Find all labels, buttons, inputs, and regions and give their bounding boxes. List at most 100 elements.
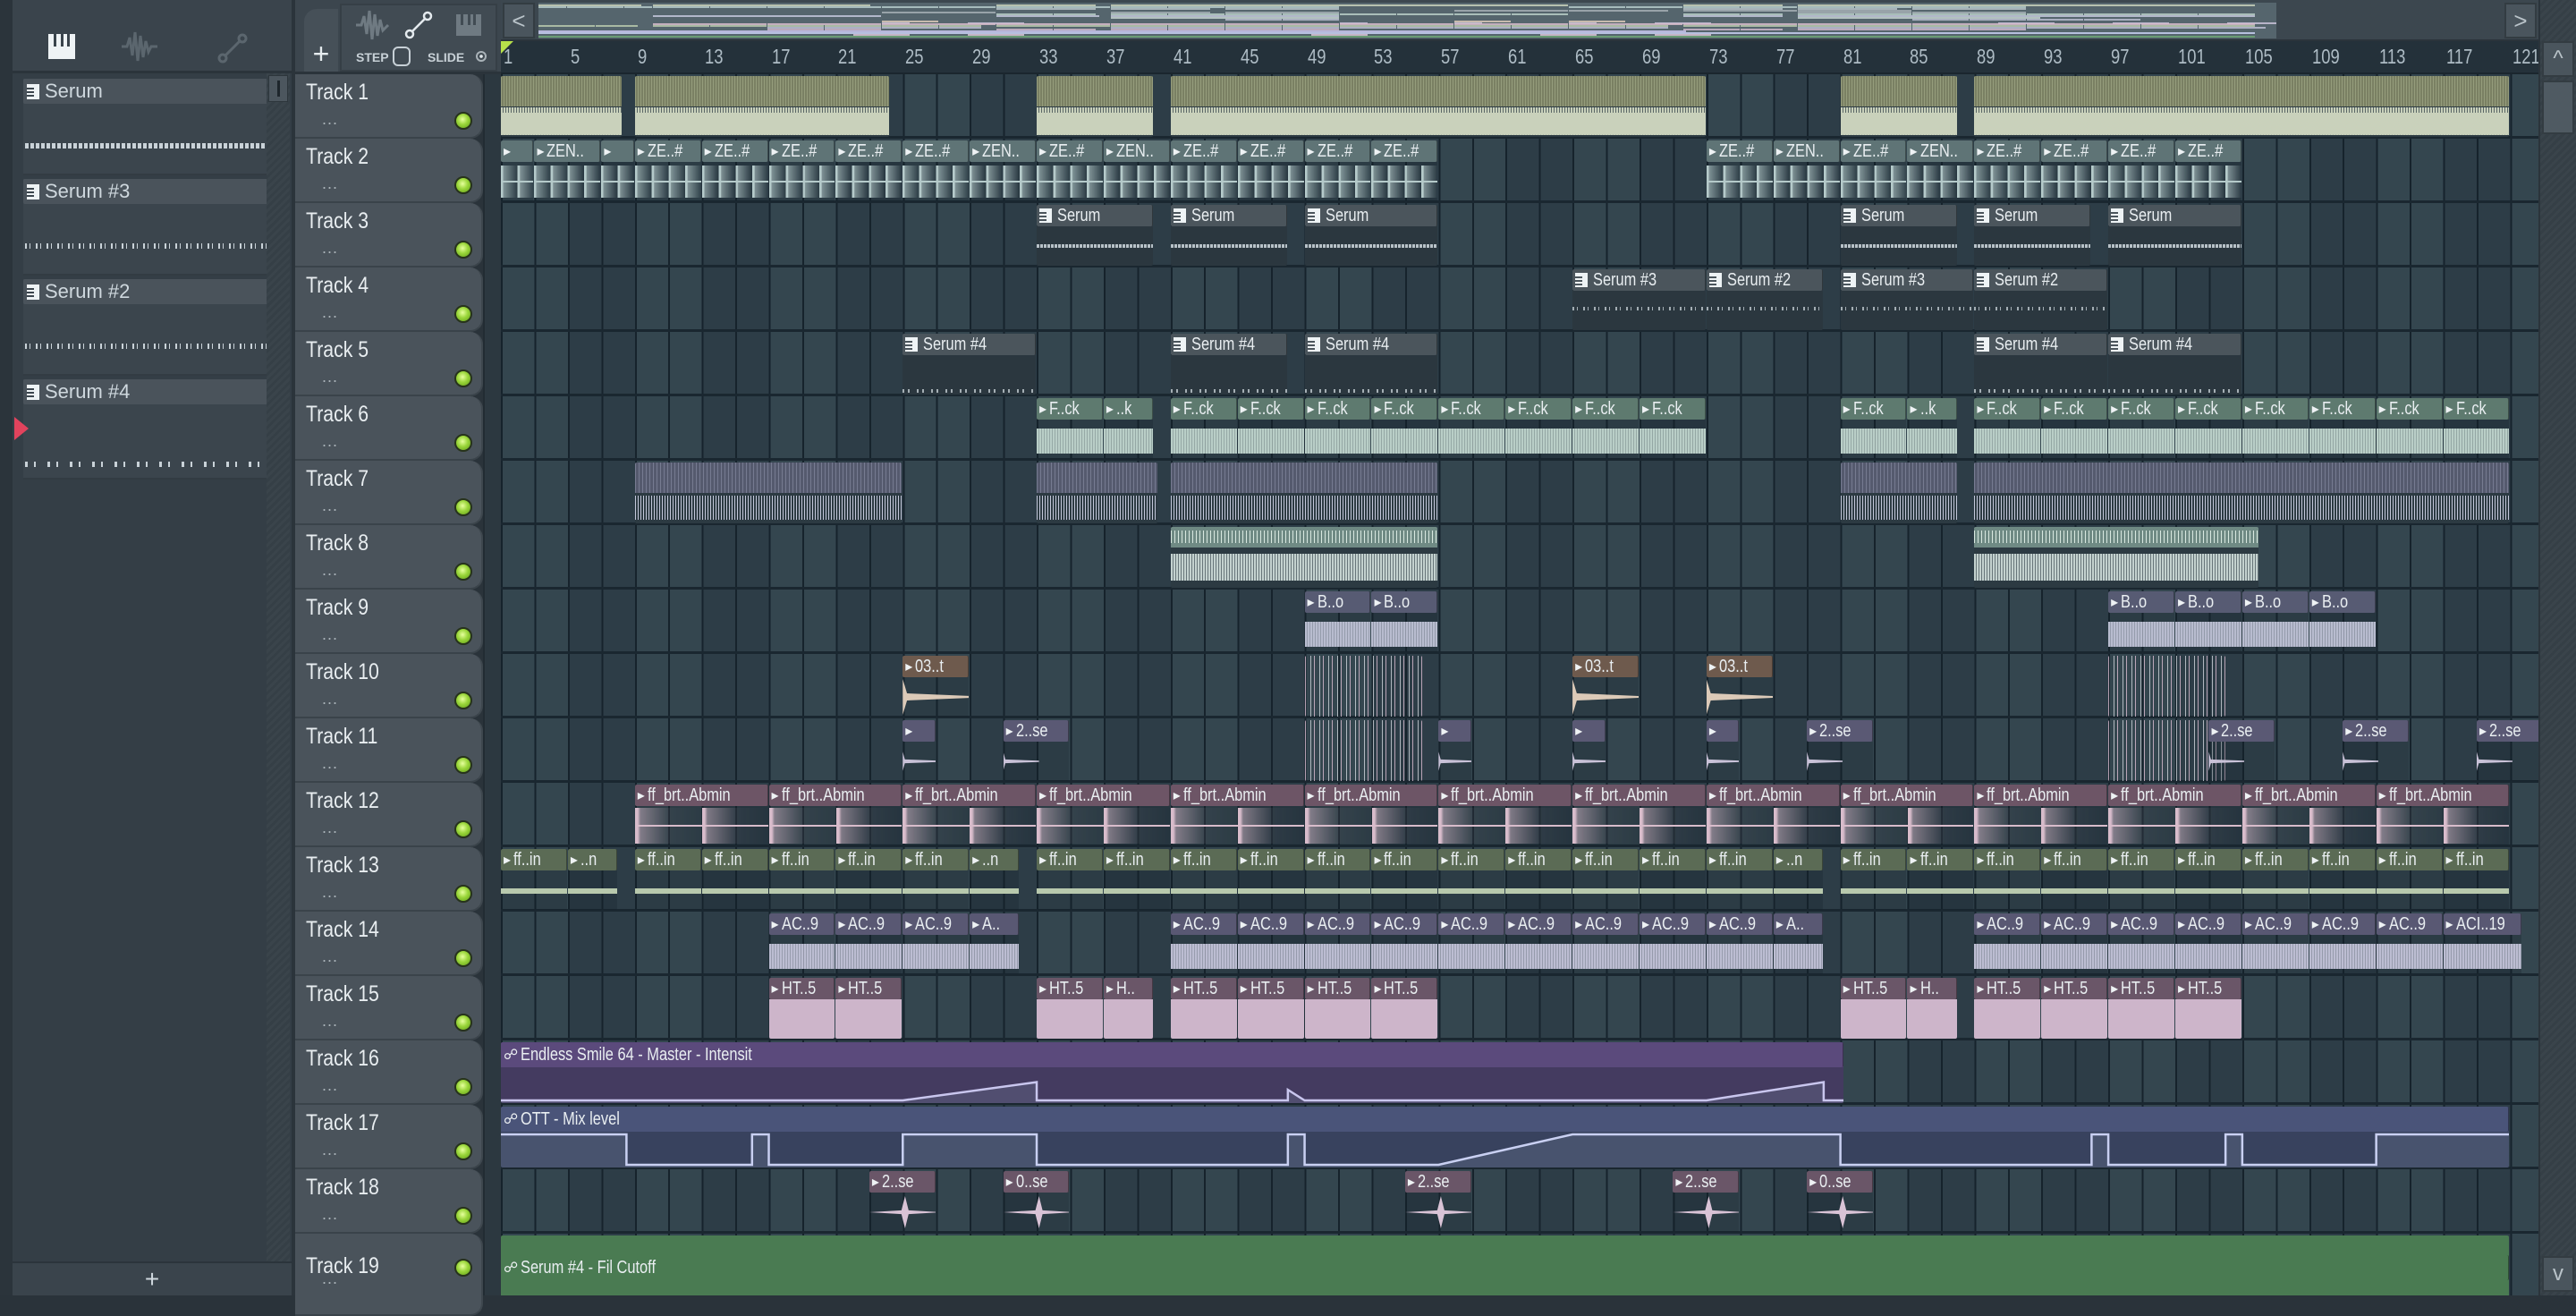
audio-clip[interactable]: ▸ ZE..# bbox=[1974, 140, 2041, 201]
clip-header[interactable]: ▸ ff_brt..Abmin bbox=[1037, 785, 1170, 806]
automation-clip[interactable]: ☍ Endless Smile 64 - Master - Intensit bbox=[501, 1042, 1844, 1103]
audio-clip[interactable]: ▸ ZE..# bbox=[1170, 140, 1237, 201]
clip-header[interactable]: ▸ AC..9 bbox=[1505, 913, 1572, 935]
clip-header[interactable]: ▸ ff..in bbox=[1974, 849, 2041, 870]
clip-header[interactable]: ▸ B..o bbox=[1371, 591, 1438, 613]
track-name[interactable]: Track 7 bbox=[306, 466, 369, 492]
clip-header[interactable]: ▸ AC..9 bbox=[902, 913, 970, 935]
audio-clip[interactable]: ▸ ff..in bbox=[1103, 849, 1170, 910]
pattern-clip[interactable]: Serum bbox=[1170, 205, 1287, 266]
clip-header[interactable]: ▸ 2..se bbox=[2476, 720, 2538, 742]
ruler-bar-label[interactable]: 81 bbox=[1843, 45, 1861, 69]
clip-header[interactable]: ▸ ff..in bbox=[1438, 849, 1505, 870]
audio-clip[interactable]: ▸ ff..in bbox=[1706, 849, 1773, 910]
audio-clip[interactable]: ▸ F..ck bbox=[2041, 398, 2108, 459]
clip-header[interactable]: ☍ Endless Smile 64 - Master - Intensit bbox=[501, 1042, 1844, 1067]
clip-header[interactable]: ▸ ff..in bbox=[2309, 849, 2376, 870]
clip-header[interactable]: ▸ ff..in bbox=[1706, 849, 1773, 870]
clip-header[interactable]: ▸ 2..se bbox=[2208, 720, 2275, 742]
clip-header[interactable]: ▸ AC..9 bbox=[1170, 913, 1237, 935]
audio-clip[interactable]: ▸ ZEN.. bbox=[1907, 140, 1974, 201]
automation-clip[interactable]: ☍ Serum #4 - Fil Cutoff bbox=[501, 1235, 2510, 1295]
audio-clip[interactable]: ▸ F..ck bbox=[1974, 398, 2041, 459]
audio-clip[interactable]: ▸ AC..9 bbox=[1505, 913, 1572, 974]
audio-clip[interactable]: ▸ F..ck bbox=[1170, 398, 1237, 459]
clip-header[interactable]: Serum #4 bbox=[1304, 334, 1438, 355]
audio-clip[interactable]: ▸ ff_brt..Abmin bbox=[2376, 785, 2510, 845]
audio-clip[interactable]: ▸ bbox=[1706, 720, 1740, 781]
track-mute-led[interactable] bbox=[454, 1078, 472, 1096]
audio-clip[interactable]: ▸ bbox=[601, 140, 634, 201]
track-options-dots[interactable]: ... bbox=[322, 368, 338, 386]
audio-clip[interactable]: ▸ AC..9 bbox=[1304, 913, 1371, 974]
track-name[interactable]: Track 6 bbox=[306, 402, 369, 428]
track-name[interactable]: Track 15 bbox=[306, 981, 379, 1007]
ruler-bar-label[interactable]: 121 bbox=[2512, 45, 2538, 69]
clip-header[interactable]: ▸ HT..5 bbox=[835, 978, 902, 999]
audio-clip[interactable] bbox=[1170, 527, 1438, 588]
track-name[interactable]: Track 5 bbox=[306, 337, 369, 363]
pattern-item-serum-3[interactable]: Serum #3 bbox=[23, 179, 275, 276]
automation-tool-icon[interactable] bbox=[404, 11, 433, 39]
audio-clip[interactable]: ▸ ff..in bbox=[2443, 849, 2510, 910]
audio-clip[interactable]: ▸ ff..in bbox=[2309, 849, 2376, 910]
clip-header[interactable]: ▸ AC..9 bbox=[2376, 913, 2443, 935]
scroll-left-button[interactable]: < bbox=[503, 3, 535, 38]
clip-header[interactable]: ▸ HT..5 bbox=[1840, 978, 1907, 999]
audio-clip[interactable]: ▸ ff..in bbox=[2041, 849, 2108, 910]
clip-header[interactable]: ▸ ff_brt..Abmin bbox=[2108, 785, 2241, 806]
audio-clip[interactable]: ▸ ff..in bbox=[701, 849, 768, 910]
track-header[interactable]: Track 17... bbox=[295, 1105, 483, 1169]
playlist-grid[interactable]: ▸ ▸ ZEN.. ▸ ▸ ZE..# ▸ ZE..# ▸ ZE..# ▸ ZE..# ▸ ZE..# ▸ Z… bbox=[501, 74, 2538, 1295]
clip-header[interactable]: ▸ ZE..# bbox=[1840, 140, 1907, 162]
clip-header[interactable]: ▸ ff..in bbox=[1639, 849, 1706, 870]
clip-header[interactable]: ▸ 0..se bbox=[1003, 1171, 1070, 1193]
track-options-dots[interactable]: ... bbox=[322, 1076, 338, 1095]
clip-header[interactable]: ▸ HT..5 bbox=[2108, 978, 2174, 999]
clip-header[interactable]: ▸ F..ck bbox=[2309, 398, 2376, 420]
clip-header[interactable]: ▸ B..o bbox=[2241, 591, 2309, 613]
track-header[interactable]: Track 2... bbox=[295, 139, 483, 203]
clip-header[interactable]: ▸ ff_brt..Abmin bbox=[1572, 785, 1706, 806]
audio-clip[interactable]: ▸ ff_brt..Abmin bbox=[2108, 785, 2241, 845]
audio-clip[interactable]: ▸ ff..in bbox=[1974, 849, 2041, 910]
audio-clip[interactable]: ▸ AC..9 bbox=[1371, 913, 1438, 974]
clip-header[interactable]: ▸ ff..in bbox=[1170, 849, 1237, 870]
clip-header[interactable]: Serum #4 bbox=[1170, 334, 1287, 355]
clip-header[interactable]: ▸ ff_brt..Abmin bbox=[1840, 785, 1974, 806]
audio-clip[interactable]: ▸ HT..5 bbox=[835, 978, 902, 1039]
audio-clip[interactable]: ▸ AC..9 bbox=[1170, 913, 1237, 974]
audio-clip[interactable]: ▸ ff_brt..Abmin bbox=[1974, 785, 2108, 845]
clip-header[interactable]: ▸ F..ck bbox=[1371, 398, 1438, 420]
audio-clip[interactable]: ▸ AC..9 bbox=[2376, 913, 2443, 974]
clip-header[interactable]: ▸ ..n bbox=[1773, 849, 1823, 870]
automation-curve[interactable] bbox=[501, 1067, 1844, 1103]
audio-clip[interactable]: ▸ ..n bbox=[970, 849, 1020, 910]
clip-header[interactable]: ▸ ZE..# bbox=[1237, 140, 1304, 162]
audio-clip[interactable]: ▸ 0..se bbox=[1807, 1171, 1874, 1232]
audio-clip[interactable]: ▸ ff..in bbox=[1505, 849, 1572, 910]
audio-clip[interactable]: ▸ AC..9 bbox=[2241, 913, 2309, 974]
clip-header[interactable]: ▸ B..o bbox=[2108, 591, 2174, 613]
audio-clip[interactable]: ▸ 2..se bbox=[1404, 1171, 1471, 1232]
track-mute-led[interactable] bbox=[454, 369, 472, 387]
step-checkbox[interactable] bbox=[393, 47, 411, 66]
clip-header[interactable]: ▸ ZE..# bbox=[902, 140, 970, 162]
clip-header[interactable]: ▸ ff..in bbox=[2175, 849, 2241, 870]
clip-header[interactable]: ▸ ff..in bbox=[2443, 849, 2510, 870]
audio-clip[interactable]: ▸ ..n bbox=[1773, 849, 1823, 910]
audio-clip[interactable]: ▸ ff..in bbox=[1237, 849, 1304, 910]
track-header[interactable]: Track 15... bbox=[295, 976, 483, 1040]
audio-clip[interactable]: ▸ ZE..# bbox=[1304, 140, 1371, 201]
ruler-bar-label[interactable]: 21 bbox=[838, 45, 856, 69]
track-options-dots[interactable]: ... bbox=[322, 1205, 338, 1224]
clip-header[interactable]: ▸ B..o bbox=[1304, 591, 1371, 613]
audio-clip[interactable] bbox=[1037, 76, 1154, 137]
clip-header[interactable]: Serum bbox=[2108, 205, 2241, 226]
clip-header[interactable]: ▸ ZEN.. bbox=[534, 140, 601, 162]
piano-roll-tool-icon[interactable] bbox=[456, 14, 481, 36]
clip-header[interactable]: ▸ F..ck bbox=[2443, 398, 2510, 420]
audio-clip[interactable]: ▸ HT..5 bbox=[1170, 978, 1237, 1039]
track-mute-led[interactable] bbox=[454, 885, 472, 903]
track-header[interactable]: Track 8... bbox=[295, 525, 483, 590]
